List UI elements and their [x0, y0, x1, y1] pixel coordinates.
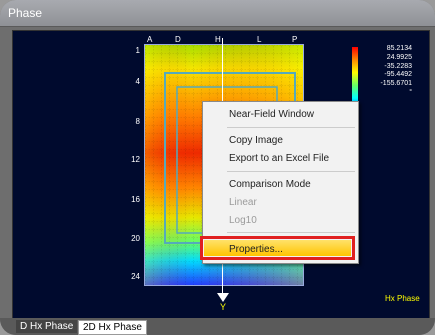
menu-item-log10[interactable]: Log10 — [229, 215, 257, 226]
menu-item-near-field-window[interactable]: Near-Field Window — [229, 109, 314, 120]
tab-hx-phase[interactable]: D Hx Phase — [16, 320, 78, 333]
menu-item-comparison-mode[interactable]: Comparison Mode — [229, 179, 311, 190]
color-legend-values: 85.2134 24.9925 -35.2283 -95.4492 -155.6… — [360, 45, 412, 98]
menu-item-export-excel[interactable]: Export to an Excel File — [229, 153, 329, 164]
menu-item-properties[interactable]: Properties... — [200, 236, 355, 260]
column-header-a: A — [147, 35, 153, 44]
row-header-16: 16 — [131, 195, 140, 204]
legend-value: 24.9925 — [386, 53, 412, 61]
menu-item-copy-image[interactable]: Copy Image — [229, 135, 283, 146]
column-header-p: P — [292, 35, 298, 44]
row-header-8: 8 — [135, 117, 140, 126]
menu-item-properties-label: Properties... — [229, 244, 283, 255]
plot-quantity-label: Hx Phase — [385, 294, 420, 303]
legend-unit: ° — [409, 88, 412, 96]
row-header-1: 1 — [135, 46, 140, 55]
row-header-12: 12 — [131, 155, 140, 164]
legend-value: -95.4492 — [384, 71, 412, 79]
row-header-20: 20 — [131, 234, 140, 243]
column-header-l: L — [257, 35, 262, 44]
legend-value: -35.2283 — [384, 62, 412, 70]
tab-bar: D Hx Phase 2D Hx Phase — [0, 318, 435, 335]
menu-separator — [227, 232, 355, 233]
y-axis-arrow — [217, 293, 229, 302]
title-bar: Phase — [0, 0, 435, 27]
column-header-d: D — [175, 35, 181, 44]
menu-separator — [227, 127, 355, 128]
row-header-4: 4 — [135, 77, 140, 86]
legend-value: -155.6701 — [380, 80, 412, 88]
application-window: Phase A D H L P 1 4 8 12 16 20 24 Y 85.2… — [0, 0, 435, 335]
menu-item-linear[interactable]: Linear — [229, 197, 257, 208]
legend-value: 85.2134 — [386, 45, 412, 52]
menu-separator — [227, 171, 355, 172]
window-title: Phase — [8, 6, 43, 20]
tab-2d-hx-phase[interactable]: 2D Hx Phase — [78, 320, 147, 335]
row-header-24: 24 — [131, 272, 140, 281]
y-axis-label: Y — [220, 302, 227, 312]
column-header-h: H — [215, 35, 221, 44]
